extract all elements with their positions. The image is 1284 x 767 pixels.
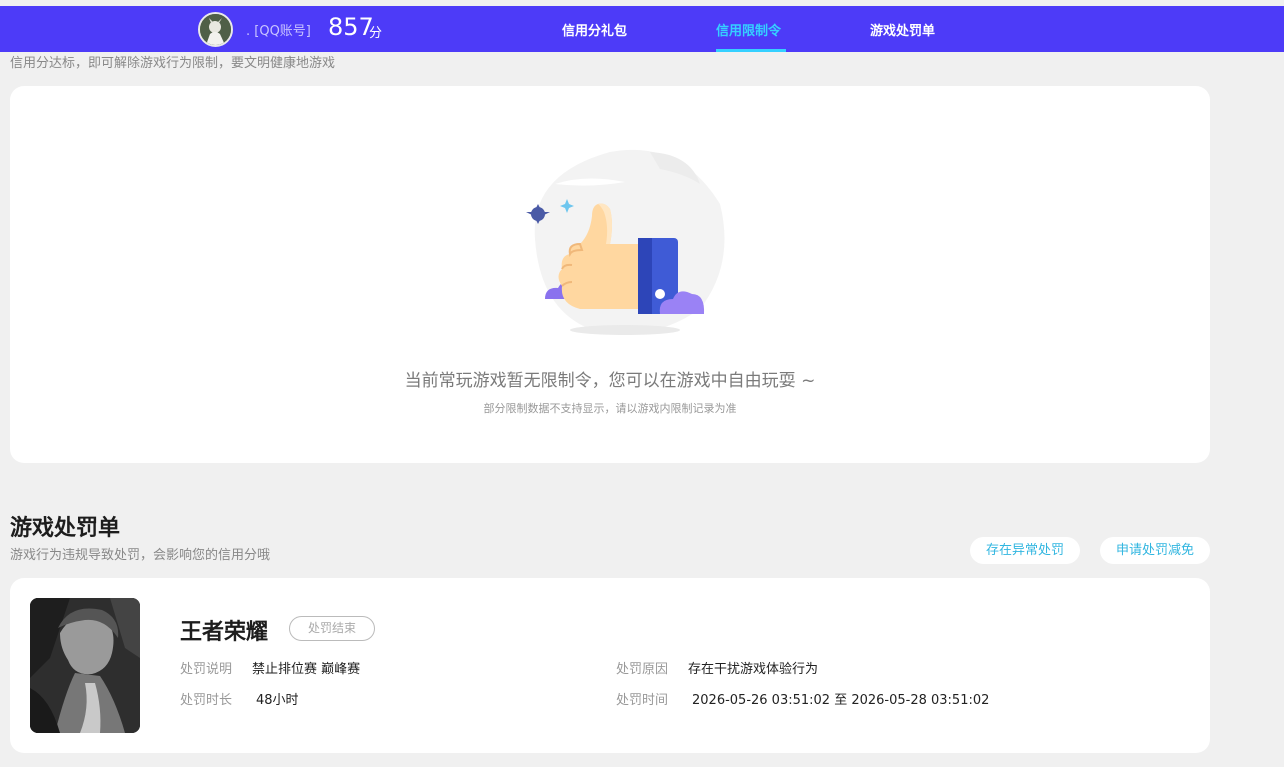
credit-score-unit: 分 — [369, 26, 383, 41]
penalty-desc-label: 处罚说明 — [180, 662, 233, 677]
avatar[interactable] — [198, 12, 233, 47]
empty-state-subtitle: 部分限制数据不支持显示，请以游戏内限制记录为准 — [483, 402, 737, 415]
apply-penalty-relief-button[interactable]: 申请处罚减免 — [1100, 537, 1210, 564]
thumbs-up-icon — [526, 149, 725, 335]
restriction-note: 信用分达标，即可解除游戏行为限制，要文明健康地游戏 — [10, 56, 336, 71]
hero-portrait-icon — [30, 598, 140, 733]
tab-game-penalty[interactable]: 游戏处罚单 — [870, 20, 935, 39]
penalty-record-card: 王者荣耀 处罚结束 处罚说明 禁止排位赛 巅峰赛 处罚时长 48小时 处罚原因 … — [10, 578, 1210, 753]
penalty-duration-value: 48小时 — [256, 693, 299, 708]
game-hero-image — [30, 598, 140, 733]
penalty-time-value: 2026-05-26 03:51:02 至 2026-05-28 03:51:0… — [692, 693, 990, 708]
tab-credit-restriction[interactable]: 信用限制令 — [716, 20, 781, 39]
penalty-section-title: 游戏处罚单 — [10, 516, 121, 541]
status-badge: 处罚结束 — [289, 616, 375, 641]
penalty-time-label: 处罚时间 — [616, 693, 669, 708]
penalty-reason-value: 存在干扰游戏体验行为 — [688, 662, 819, 677]
restriction-empty-card: 当前常玩游戏暂无限制令，您可以在游戏中自由玩耍 ~ 部分限制数据不支持显示，请以… — [10, 86, 1210, 463]
penalty-duration-label: 处罚时长 — [180, 693, 233, 708]
active-tab-underline — [716, 49, 786, 52]
credit-score: 857 — [328, 13, 374, 41]
tab-credit-gift[interactable]: 信用分礼包 — [562, 20, 627, 39]
penalty-reason-label: 处罚原因 — [616, 662, 669, 677]
penalty-desc-value: 禁止排位赛 巅峰赛 — [252, 662, 361, 677]
empty-state-title: 当前常玩游戏暂无限制令，您可以在游戏中自由玩耍 ~ — [404, 371, 816, 391]
game-name: 王者荣耀 — [180, 620, 269, 645]
abnormal-penalty-button[interactable]: 存在异常处罚 — [970, 537, 1080, 564]
qq-account-label: . [QQ账号] — [246, 24, 311, 39]
top-nav-bar: . [QQ账号] 857 分 信用分礼包 信用限制令 游戏处罚单 — [0, 6, 1284, 52]
penalty-section-subtitle: 游戏行为违规导致处罚，会影响您的信用分哦 — [10, 548, 271, 563]
avatar-image-icon — [200, 14, 231, 45]
